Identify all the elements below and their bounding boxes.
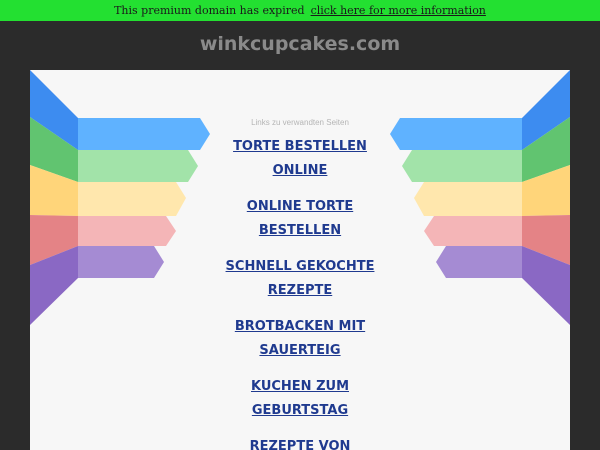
related-link-4-line1[interactable]: BROTBACKEN MIT	[200, 315, 400, 339]
related-link-5[interactable]: KUCHEN ZUM GEBURTSTAG	[200, 375, 400, 423]
related-link-3-line1[interactable]: SCHNELL GEKOCHTE	[200, 255, 400, 279]
related-link-3-line2[interactable]: REZEPTE	[200, 279, 400, 303]
related-link-5-line1[interactable]: KUCHEN ZUM	[200, 375, 400, 399]
related-link-1-line1[interactable]: TORTE BESTELLEN	[200, 135, 400, 159]
content-panel: Links zu verwandten Seiten TORTE BESTELL…	[30, 70, 570, 450]
related-link-2-line1[interactable]: ONLINE TORTE	[200, 195, 400, 219]
related-links: Links zu verwandten Seiten TORTE BESTELL…	[30, 70, 570, 450]
related-link-5-line2[interactable]: GEBURTSTAG	[200, 399, 400, 423]
banner-text: This premium domain has expired	[114, 4, 305, 17]
expired-domain-banner: This premium domain has expired click he…	[0, 0, 600, 21]
related-link-3[interactable]: SCHNELL GEKOCHTE REZEPTE	[200, 255, 400, 303]
related-link-2[interactable]: ONLINE TORTE BESTELLEN	[200, 195, 400, 243]
related-link-4[interactable]: BROTBACKEN MIT SAUERTEIG	[200, 315, 400, 363]
related-link-6[interactable]: REZEPTE VON	[200, 435, 400, 450]
related-links-caption: Links zu verwandten Seiten	[251, 118, 349, 127]
domain-title: winkcupcakes.com	[199, 33, 401, 55]
related-link-1-line2[interactable]: ONLINE	[200, 159, 400, 183]
related-link-1[interactable]: TORTE BESTELLEN ONLINE	[200, 135, 400, 183]
related-link-4-line2[interactable]: SAUERTEIG	[200, 339, 400, 363]
related-link-6-line1[interactable]: REZEPTE VON	[200, 435, 400, 450]
more-info-link[interactable]: click here for more information	[311, 4, 486, 17]
related-link-2-line2[interactable]: BESTELLEN	[200, 219, 400, 243]
